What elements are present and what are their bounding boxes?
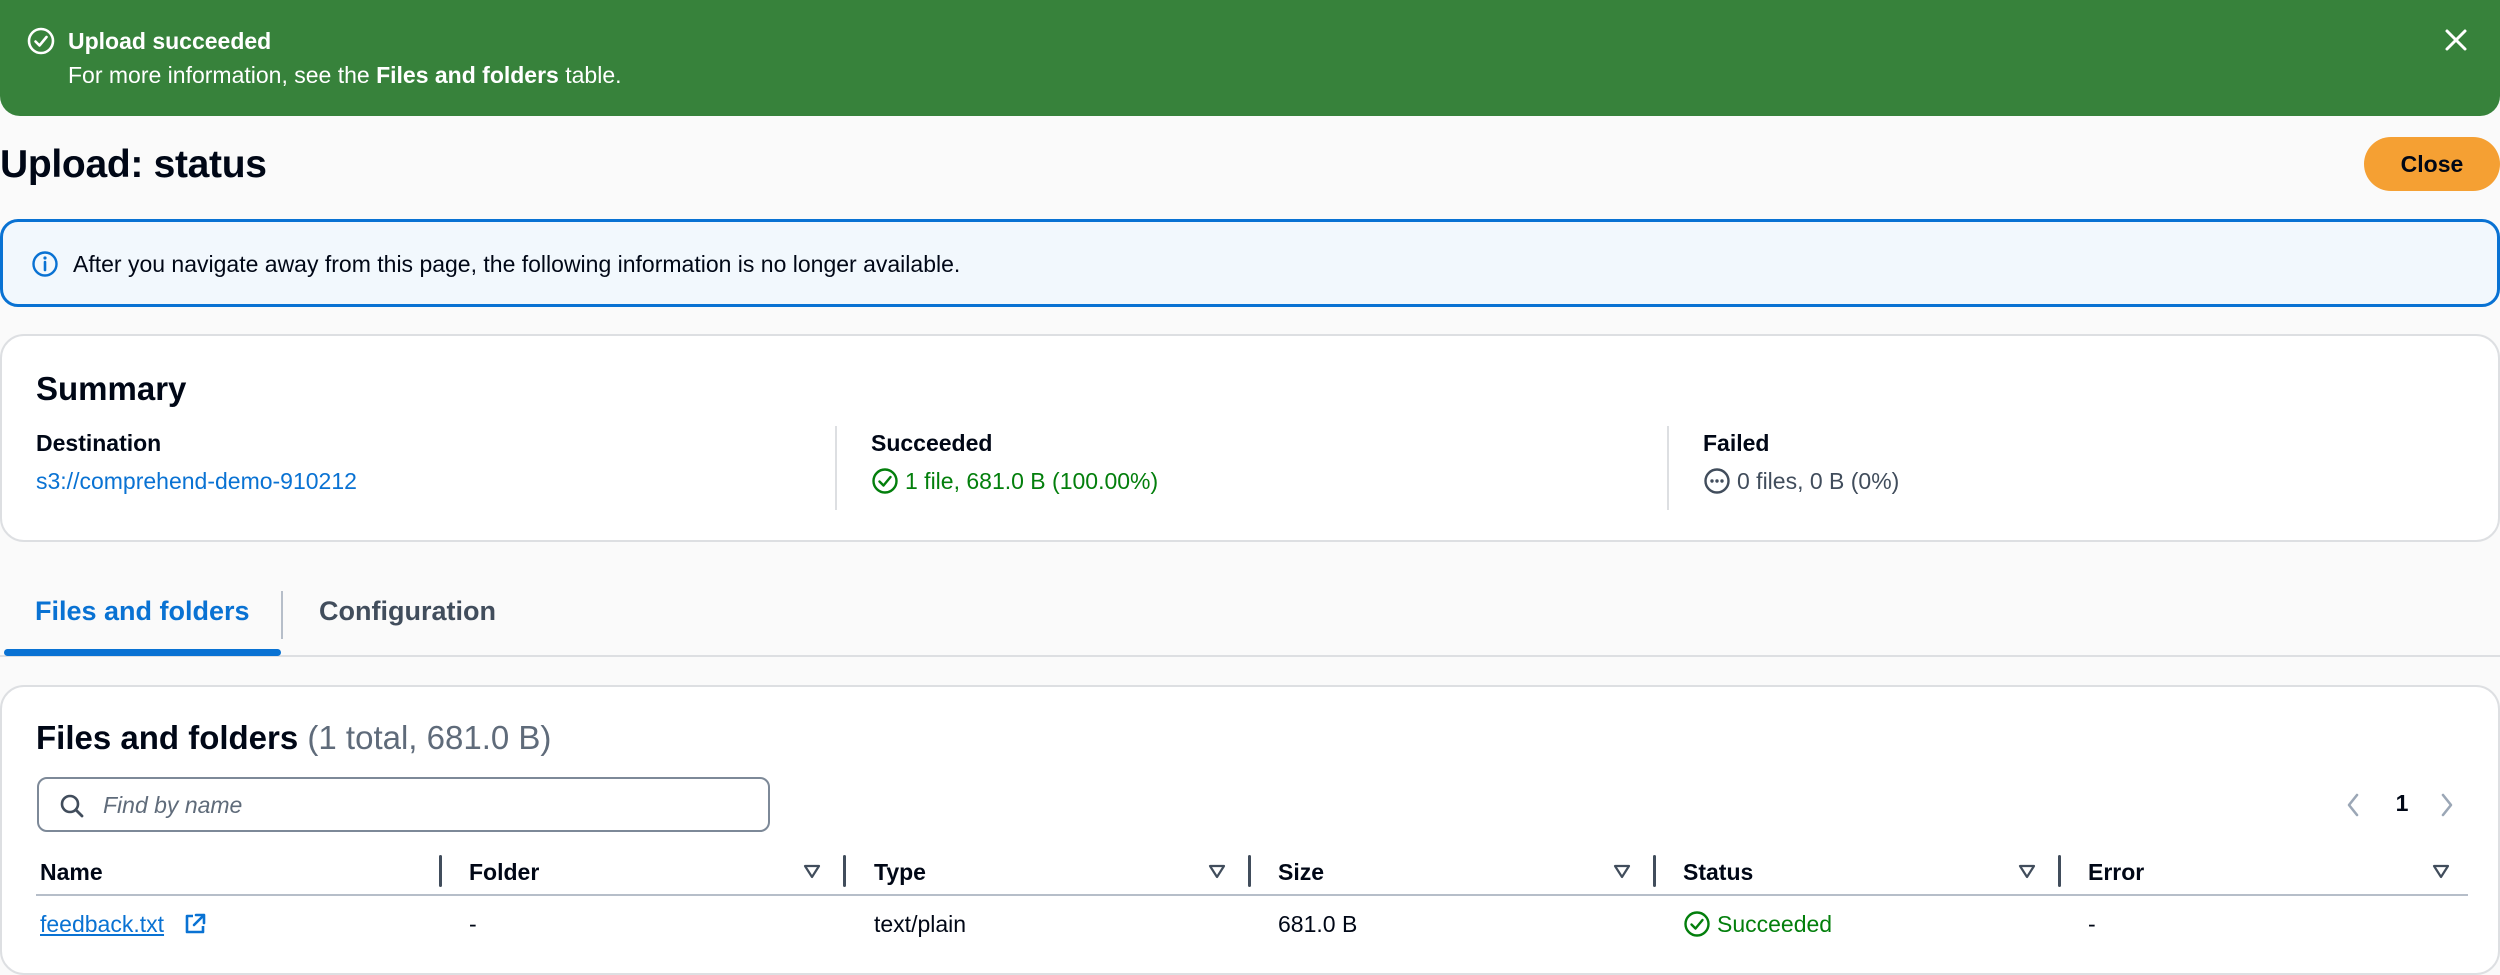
info-alert: After you navigate away from this page, … <box>0 219 2500 307</box>
external-link-icon[interactable] <box>182 911 208 937</box>
sort-caret-icon[interactable] <box>1207 863 1227 881</box>
flash-message: For more information, see the Files and … <box>68 62 622 88</box>
check-circle-icon <box>872 468 898 494</box>
tabs-baseline <box>0 655 2500 657</box>
column-header-error[interactable]: Error <box>2088 857 2144 887</box>
summary-heading: Summary <box>36 370 187 407</box>
chevron-right-icon[interactable] <box>2438 790 2456 820</box>
succeeded-column: Succeeded 1 file, 681.0 B (100.00%) <box>871 428 1158 496</box>
succeeded-value: 1 file, 681.0 B (100.00%) <box>905 468 1159 494</box>
column-resizer[interactable] <box>439 855 442 887</box>
flash-message-bold: Files and folders <box>376 62 559 88</box>
summary-panel: Summary Destination s3://comprehend-demo… <box>0 334 2500 542</box>
search-input[interactable] <box>101 787 741 823</box>
check-circle-icon <box>27 27 55 55</box>
table-row-type: text/plain <box>874 911 967 937</box>
active-tab-indicator <box>4 649 281 656</box>
close-button[interactable]: Close <box>2364 137 2500 191</box>
check-circle-icon <box>1684 911 1710 937</box>
sort-caret-icon[interactable] <box>802 863 822 881</box>
tab-configuration[interactable]: Configuration <box>319 593 496 629</box>
sort-caret-icon[interactable] <box>2431 863 2451 881</box>
files-panel: Files and folders (1 total, 681.0 B) 1 N… <box>0 685 2500 975</box>
column-header-type[interactable]: Type <box>874 857 926 887</box>
info-alert-text: After you navigate away from this page, … <box>73 251 961 277</box>
column-resizer[interactable] <box>843 855 846 887</box>
tab-separator <box>281 591 283 639</box>
tabs: Files and folders Configuration <box>0 585 2500 657</box>
summary-divider <box>835 426 837 510</box>
succeeded-label: Succeeded <box>871 430 993 456</box>
search-box <box>37 777 770 832</box>
sort-caret-icon[interactable] <box>2017 863 2037 881</box>
dismiss-flash-icon[interactable] <box>2440 24 2472 56</box>
column-resizer[interactable] <box>1248 855 1251 887</box>
status-text: Succeeded <box>1717 911 1833 937</box>
column-header-status[interactable]: Status <box>1683 857 1753 887</box>
search-icon <box>60 794 84 818</box>
table-row-error: - <box>2088 911 2096 937</box>
files-heading-title: Files and folders <box>36 719 299 756</box>
info-icon <box>32 251 58 277</box>
table-row-name: feedback.txt <box>40 909 164 939</box>
table-row-folder: - <box>469 911 477 937</box>
page-number[interactable]: 1 <box>2392 787 2412 819</box>
failed-value: 0 files, 0 B (0%) <box>1737 468 1900 494</box>
files-heading: Files and folders (1 total, 681.0 B) <box>36 717 551 759</box>
column-header-folder[interactable]: Folder <box>469 857 539 887</box>
destination-label: Destination <box>36 430 162 456</box>
sort-caret-icon[interactable] <box>1612 863 1632 881</box>
page-title: Upload: status <box>0 143 267 186</box>
success-flash-banner: Upload succeeded For more information, s… <box>0 0 2500 116</box>
destination-link[interactable]: s3://comprehend-demo-910212 <box>36 466 357 496</box>
destination-column: Destination s3://comprehend-demo-910212 <box>36 428 357 496</box>
dots-circle-icon <box>1704 468 1730 494</box>
tab-files-and-folders[interactable]: Files and folders <box>35 593 250 629</box>
file-link[interactable]: feedback.txt <box>40 911 164 937</box>
column-header-name[interactable]: Name <box>40 857 103 887</box>
column-header-size[interactable]: Size <box>1278 857 1324 887</box>
table-row-status: Succeeded <box>1683 909 1832 939</box>
table-row-size: 681.0 B <box>1278 911 1358 937</box>
column-resizer[interactable] <box>2058 855 2061 887</box>
column-resizer[interactable] <box>1653 855 1656 887</box>
table-header-divider <box>36 894 2468 896</box>
failed-label: Failed <box>1703 430 1770 456</box>
chevron-left-icon[interactable] <box>2344 790 2362 820</box>
failed-column: Failed 0 files, 0 B (0%) <box>1703 428 1899 496</box>
flash-title: Upload succeeded <box>68 28 272 54</box>
summary-divider <box>1667 426 1669 510</box>
files-heading-count: (1 total, 681.0 B) <box>307 719 552 756</box>
